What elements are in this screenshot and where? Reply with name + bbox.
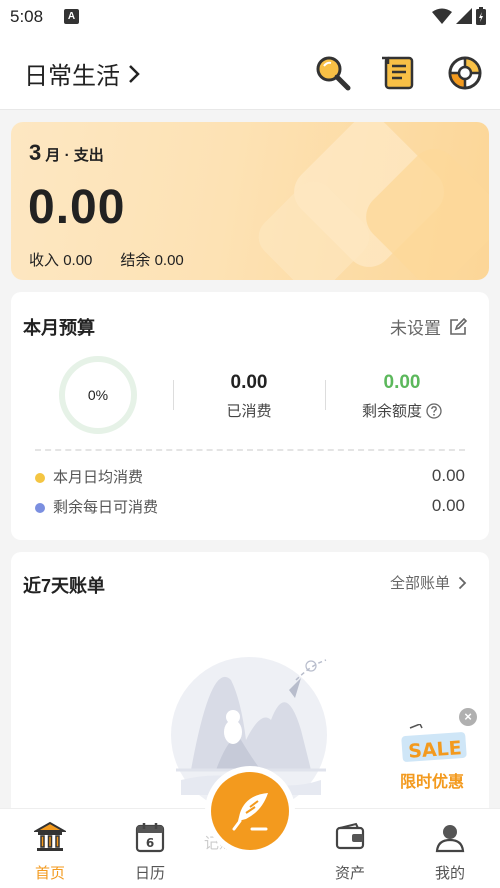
expense-amount: 0.00 (28, 181, 126, 234)
sale-badge-icon[interactable]: SALE (400, 724, 470, 764)
tab-profile[interactable]: 我的 (410, 809, 490, 888)
calendar-day: 6 (146, 836, 154, 850)
tab-home-label: 首页 (34, 865, 65, 882)
app-notification-icon: A (64, 9, 79, 24)
battery-icon (476, 7, 486, 25)
income-stat: 收入 0.00 (29, 249, 92, 270)
budget-settings-button[interactable]: 未设置 (390, 314, 467, 339)
add-record-button[interactable] (211, 772, 289, 850)
budget-status-label: 未设置 (390, 319, 441, 338)
promo-limited-offer[interactable]: 限时优惠 (400, 768, 464, 792)
recent-bills-title: 近7天账单 (23, 576, 106, 596)
budget-progress-label: 0% (87, 387, 109, 403)
month-expense-label: 月 · 支出 (45, 147, 104, 164)
daily-available-label: 剩余每日可消费 (53, 498, 159, 516)
remaining-value: 0.00 (383, 372, 421, 393)
all-bills-link[interactable]: 全部账单 (390, 572, 467, 593)
tab-assets-label: 资产 (334, 865, 365, 882)
divider (325, 380, 326, 410)
status-indicators (432, 7, 486, 25)
search-icon[interactable] (314, 54, 352, 92)
spent-value: 0.00 (230, 372, 268, 393)
card-decoration (258, 122, 489, 280)
divider (173, 380, 174, 410)
calendar-icon: 6 (135, 823, 165, 853)
status-bar: 5:08 A (0, 0, 500, 34)
edit-icon (450, 317, 467, 335)
balance-stat: 结余 0.00 (120, 249, 183, 270)
spent-label: 已消费 (226, 403, 272, 420)
income-balance-row: 收入 0.00 结余 0.00 (29, 249, 184, 270)
income-label: 收入 (29, 252, 60, 269)
budget-title: 本月预算 (23, 318, 95, 338)
daily-available-row: 剩余每日可消费 0.00 (35, 495, 465, 517)
daily-available-value: 0.00 (431, 496, 465, 515)
balance-value: 0.00 (154, 252, 184, 269)
monthly-summary-card[interactable]: 3 月 · 支出 0.00 收入 0.00 结余 0.00 (11, 122, 489, 280)
wifi-icon (432, 8, 452, 24)
tab-calendar-label: 日历 (134, 865, 165, 882)
status-time: 5:08 (10, 7, 44, 26)
monthly-budget-card: 本月预算 未设置 0% 0.00 已消费 0.00 剩余额度 本月日均消费 0.… (11, 292, 489, 540)
help-icon[interactable] (426, 402, 442, 419)
quill-pen-icon (232, 793, 268, 831)
chevron-right-icon (458, 576, 467, 589)
app-header: 日常生活 (0, 34, 500, 110)
account-book-selector[interactable]: 日常生活 (24, 56, 140, 91)
month-number: 3 (29, 140, 42, 165)
wallet-icon (335, 822, 365, 850)
remaining-stat: 0.00 剩余额度 (332, 372, 472, 421)
tab-calendar[interactable]: 6 日历 (110, 809, 190, 888)
account-book-title: 日常生活 (24, 63, 120, 90)
tab-home[interactable]: 首页 (10, 809, 90, 888)
budget-progress-ring: 0% (59, 356, 137, 434)
bill-scroll-icon[interactable] (380, 54, 418, 92)
tab-profile-label: 我的 (434, 865, 465, 882)
spent-stat: 0.00 已消费 (179, 372, 319, 421)
chevron-right-icon (129, 64, 140, 83)
signal-icon (456, 8, 472, 24)
blue-dot-icon (35, 502, 45, 513)
daily-average-row: 本月日均消费 0.00 (35, 465, 465, 487)
sale-badge-text: SALE (408, 737, 463, 763)
remaining-label: 剩余额度 (361, 403, 422, 420)
pie-chart-icon[interactable] (446, 54, 484, 92)
daily-average-value: 0.00 (431, 466, 465, 485)
dashed-divider (35, 449, 465, 451)
all-bills-label: 全部账单 (389, 575, 450, 592)
user-icon (435, 825, 465, 853)
income-value: 0.00 (63, 252, 93, 269)
month-label: 3 月 · 支出 (29, 140, 104, 166)
daily-average-label: 本月日均消费 (53, 468, 144, 486)
yellow-dot-icon (35, 472, 45, 483)
bank-icon (34, 821, 66, 851)
tab-assets[interactable]: 资产 (310, 809, 390, 888)
balance-label: 结余 (120, 252, 151, 269)
